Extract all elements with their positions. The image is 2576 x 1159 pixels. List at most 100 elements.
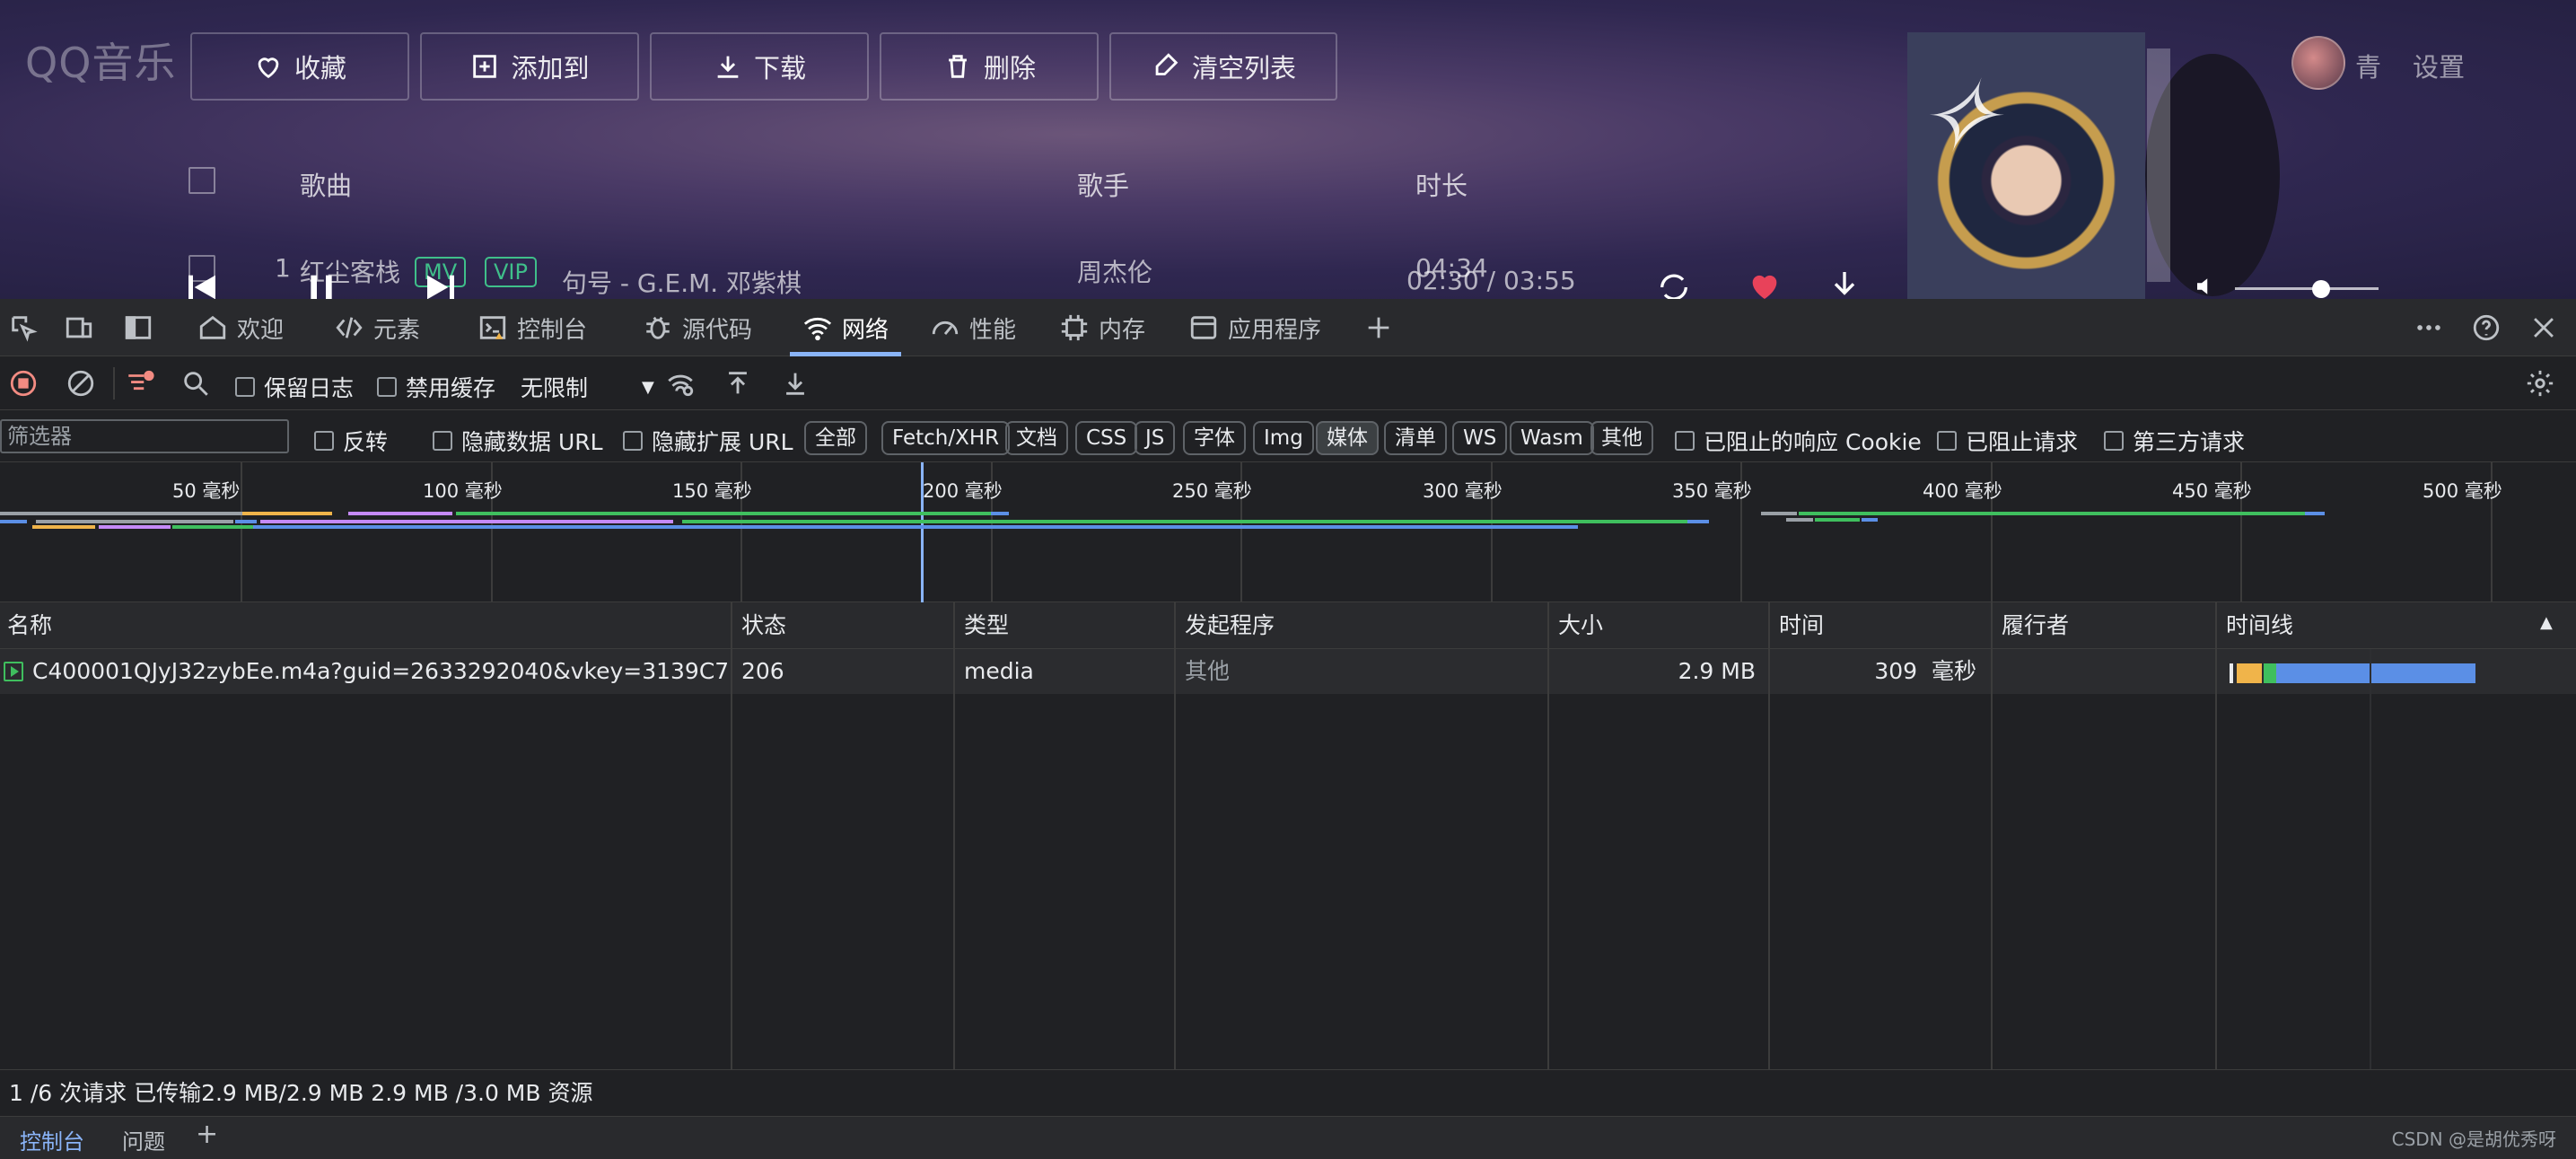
volume-slider[interactable] (2235, 287, 2379, 290)
blocked-cookies-checkbox[interactable]: 已阻止的响应 Cookie (1675, 425, 1922, 457)
sort-ascending-icon[interactable]: ▲ (2540, 613, 2553, 632)
column-header-initiator[interactable]: 发起程序 (1178, 602, 1275, 649)
repeat-icon[interactable] (1652, 269, 1696, 299)
filter-type-doc[interactable]: 文档 (1005, 421, 1068, 455)
previous-track-icon[interactable] (180, 269, 224, 299)
throttling-select[interactable]: 无限制 ▼ (521, 371, 654, 403)
tab-console-label: 控制台 (517, 316, 588, 344)
drawer-tab-issues[interactable]: 问题 (122, 1124, 165, 1155)
filter-toggle-icon[interactable] (122, 365, 158, 401)
table-row[interactable]: C400001QJyJ32zybEe.m4a?guid=2633292040&v… (0, 649, 2576, 694)
filter-input[interactable]: 筛选器 (0, 419, 289, 453)
request-name[interactable]: C400001QJyJ32zybEe.m4a?guid=2633292040&v… (25, 649, 731, 694)
pause-icon[interactable] (302, 269, 341, 299)
filter-type-img[interactable]: Img (1253, 421, 1314, 455)
column-header-status[interactable]: 状态 (734, 602, 786, 649)
volume-icon[interactable] (2190, 273, 2222, 299)
checkbox-box[interactable] (623, 431, 643, 451)
export-har-icon[interactable] (777, 365, 813, 401)
filter-type-wasm[interactable]: Wasm (1510, 421, 1594, 455)
filter-type-font[interactable]: 字体 (1183, 421, 1246, 455)
column-header-type[interactable]: 类型 (957, 602, 1009, 649)
clear-list-button[interactable]: 清空列表 (1109, 32, 1337, 101)
preserve-log-checkbox[interactable]: 保留日志 (235, 371, 354, 403)
user-avatar[interactable] (2291, 36, 2345, 90)
tab-sources[interactable]: 源代码 (643, 299, 752, 356)
next-track-icon[interactable] (418, 269, 463, 299)
dock-side-icon[interactable] (120, 310, 156, 346)
filter-type-fetch-xhr[interactable]: Fetch/XHR (881, 421, 1011, 455)
clear-log-icon[interactable] (63, 365, 99, 401)
tab-application[interactable]: 应用程序 (1188, 299, 1321, 356)
download-song-icon[interactable] (1822, 268, 1867, 299)
volume-slider-handle[interactable] (2312, 280, 2330, 298)
filter-type-other[interactable]: 其他 (1590, 421, 1653, 455)
checkbox-box[interactable] (314, 431, 334, 451)
album-cover[interactable]: ✧ (1907, 32, 2145, 299)
network-settings-gear-icon[interactable] (2522, 365, 2558, 401)
column-divider (1547, 602, 1549, 1069)
filter-type-js[interactable]: JS (1135, 421, 1176, 455)
help-icon[interactable] (2468, 310, 2504, 346)
tab-memory[interactable]: 内存 (1059, 299, 1145, 356)
import-har-icon[interactable] (720, 365, 756, 401)
checkbox-box[interactable] (2104, 431, 2124, 451)
overview-request-bar (1761, 512, 1797, 515)
tab-performance-label: 性能 (969, 316, 1017, 344)
network-conditions-icon[interactable] (662, 365, 698, 401)
search-icon[interactable] (178, 365, 214, 401)
tab-elements[interactable]: 元素 (334, 299, 420, 356)
favorite-button[interactable]: 收藏 (190, 32, 409, 101)
network-overview-timeline[interactable]: 50 毫秒 100 毫秒 150 毫秒 200 毫秒 250 毫秒 300 毫秒 350 毫… (0, 462, 2576, 602)
select-all-checkbox[interactable] (188, 167, 215, 194)
tab-performance[interactable]: 性能 (930, 299, 1016, 356)
invert-checkbox[interactable]: 反转 (314, 425, 388, 457)
filter-type-manifest[interactable]: 清单 (1384, 421, 1447, 455)
tab-console[interactable]: 控制台 (478, 299, 587, 356)
third-party-checkbox[interactable]: 第三方请求 (2104, 425, 2245, 457)
request-type: media (964, 658, 1034, 684)
column-header-size[interactable]: 大小 (1551, 602, 1603, 649)
liked-heart-icon[interactable] (1741, 268, 1788, 299)
tab-welcome[interactable]: 欢迎 (197, 299, 284, 356)
column-header-fulfilled-by[interactable]: 履行者 (1994, 602, 2069, 649)
device-toolbar-icon[interactable] (61, 310, 97, 346)
close-devtools-icon[interactable] (2526, 310, 2562, 346)
download-button[interactable]: 下载 (650, 32, 869, 101)
checkbox-box[interactable] (1675, 431, 1695, 451)
duration-column-header: 时长 (1415, 171, 1468, 201)
waterfall-wait-bar (2264, 663, 2276, 683)
checkbox-box[interactable] (377, 377, 397, 397)
filter-type-media[interactable]: 媒体 (1316, 421, 1379, 455)
overview-request-bar (172, 525, 253, 529)
disable-cache-checkbox[interactable]: 禁用缓存 (377, 371, 495, 403)
add-tab-icon[interactable] (1361, 310, 1397, 346)
hide-ext-url-checkbox[interactable]: 隐藏扩展 URL (623, 425, 793, 457)
song-singer[interactable]: 周杰伦 (1077, 253, 1152, 289)
tab-network[interactable]: 网络 (790, 299, 902, 356)
filter-type-css[interactable]: CSS (1075, 421, 1138, 455)
column-header-waterfall[interactable]: 时间线 (2219, 602, 2293, 649)
column-header-time[interactable]: 时间 (1772, 602, 1824, 649)
delete-button[interactable]: 删除 (880, 32, 1099, 101)
inspect-element-icon[interactable] (5, 310, 41, 346)
user-name[interactable]: 青 (2355, 47, 2381, 84)
column-divider (2215, 602, 2217, 1069)
column-header-name[interactable]: 名称 (0, 602, 52, 649)
checkbox-box[interactable] (1937, 431, 1957, 451)
request-status: 206 (741, 658, 784, 684)
drawer-tab-console[interactable]: 控制台 (20, 1124, 84, 1155)
settings-link[interactable]: 设置 (2413, 47, 2465, 84)
overview-tick-label: 300 毫秒 (1423, 480, 1503, 502)
checkbox-box[interactable] (433, 431, 452, 451)
blocked-requests-checkbox[interactable]: 已阻止请求 (1937, 425, 2078, 457)
filter-type-all[interactable]: 全部 (804, 421, 867, 455)
add-drawer-tab-icon[interactable]: + (196, 1119, 218, 1150)
more-options-icon[interactable] (2411, 310, 2447, 346)
checkbox-box[interactable] (235, 377, 255, 397)
record-stop-icon[interactable] (5, 365, 41, 401)
add-to-button[interactable]: 添加到 (420, 32, 639, 101)
hide-data-url-checkbox[interactable]: 隐藏数据 URL (433, 425, 603, 457)
filter-type-ws[interactable]: WS (1452, 421, 1508, 455)
column-divider (1768, 602, 1770, 1069)
